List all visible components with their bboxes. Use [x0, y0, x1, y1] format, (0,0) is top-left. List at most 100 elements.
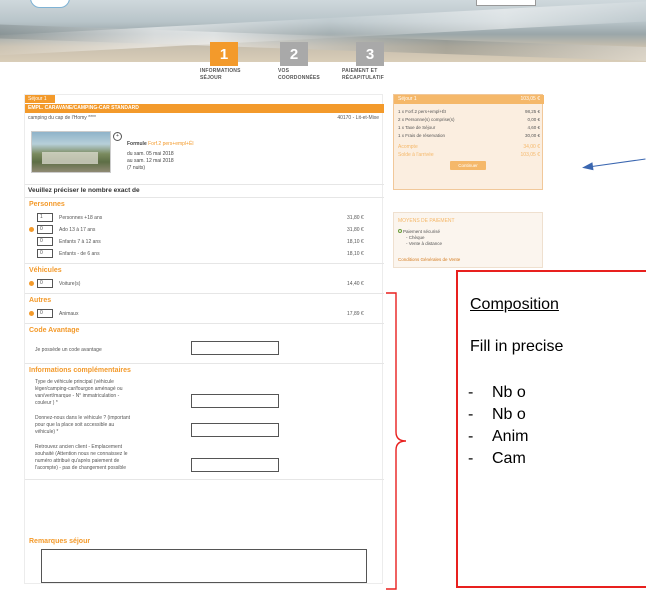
- row-price: 18,10 €: [347, 239, 364, 245]
- annotation-bracket: [386, 292, 407, 590]
- quantity-question: Veuillez préciser le nombre exact de: [28, 187, 140, 194]
- pitch-type-bar: EMPL. CARAVANE/CAMPING-CAR STANDARD: [25, 104, 384, 113]
- section-title-extra: Informations complémentaires: [29, 367, 131, 374]
- camp-info-line: camping du cap de l'Homy **** 40170 - Li…: [28, 115, 381, 121]
- summary-row-label: 2 x Personne(s) comprise(s): [398, 117, 455, 122]
- step-progress: 1 INFORMATIONS SÉJOUR 2 VOS COORDONNÉES …: [0, 42, 646, 92]
- section-title-persons: Personnes: [29, 201, 65, 208]
- vehicle-size-input[interactable]: [191, 423, 279, 437]
- note-item: - Cam: [468, 450, 526, 467]
- note-title: Composition: [470, 296, 559, 313]
- annotation-arrow-head: [581, 162, 594, 172]
- summary-row-label: 1 x Forf.2 pers+empl+ÉI: [398, 109, 447, 114]
- divider: [25, 293, 384, 294]
- site-logo[interactable]: [30, 0, 70, 8]
- note-item-text: Nb o: [492, 384, 526, 401]
- summary-row: 1 x Forf.2 pers+empl+ÉI 98,25 €: [398, 109, 540, 114]
- deposit-value: 34,00 €: [523, 144, 540, 150]
- row-label: Enfants - de 6 ans: [59, 251, 100, 257]
- offer-prefix: Formule: [127, 141, 147, 147]
- note-item: - Nb o: [468, 384, 526, 401]
- booking-summary: Séjour 1 103,05 € 1 x Forf.2 pers+empl+É…: [393, 94, 544, 190]
- step-2-label-line1: VOS: [278, 68, 290, 74]
- vehicle-row: 0 Voiture(s) 14,40 €: [25, 279, 384, 289]
- step-3-label-line2: RÉCAPITULATIF: [342, 75, 384, 81]
- preferred-pitch-input[interactable]: [191, 458, 279, 472]
- question-line: pour que la place soit accessible au: [35, 422, 115, 428]
- divider: [25, 184, 384, 185]
- vehicle-type-input[interactable]: [191, 394, 279, 408]
- required-dot-icon: [29, 311, 34, 316]
- summary-row-value: 0,00 €: [527, 117, 540, 122]
- person-row-adult: 1 Personnes +18 ans 31,80 €: [25, 213, 384, 223]
- header-widget[interactable]: [476, 0, 536, 6]
- note-item: - Anim: [468, 428, 529, 445]
- payment-option-label: Paiement sécurisé: [403, 229, 441, 234]
- preferred-pitch-label: Retrouvez ancien client - Emplacement so…: [35, 444, 128, 472]
- balance-label: Solde à l'arrivée: [398, 152, 434, 158]
- payment-title: Moyens de paiement: [398, 218, 455, 224]
- quantity-input[interactable]: 0: [37, 225, 53, 234]
- question-line: numéro attribué qu'après paiement de: [35, 458, 120, 464]
- question-line: Donnez-nous dans le véhicule ? (importan…: [35, 415, 131, 421]
- payment-methods: Moyens de paiement Paiement sécurisé - C…: [393, 212, 543, 268]
- quantity-input[interactable]: 1: [37, 213, 53, 222]
- row-label: Personnes +18 ans: [59, 215, 103, 221]
- row-price: 18,10 €: [347, 251, 364, 257]
- section-title-vehicles: Véhicules: [29, 267, 62, 274]
- quantity-input[interactable]: 0: [37, 249, 53, 258]
- row-label: Voiture(s): [59, 281, 81, 287]
- divider: [25, 197, 384, 198]
- question-line: Type de véhicule principal (véhicule: [35, 379, 114, 385]
- step-2-label-line2: COORDONNÉES: [278, 75, 320, 81]
- remarks-textarea[interactable]: [41, 549, 367, 583]
- divider: [25, 263, 384, 264]
- row-price: 17,89 €: [347, 311, 364, 317]
- stay-tab[interactable]: Séjour 1: [25, 95, 55, 103]
- date-to: au sam. 12 mai 2018: [127, 158, 174, 164]
- radio-icon[interactable]: [398, 229, 402, 233]
- terms-link[interactable]: Conditions Générales de Vente: [398, 257, 460, 262]
- note-item-text: Cam: [492, 450, 526, 467]
- question-line: souhaité (Attention nous ne connaissez l…: [35, 451, 128, 457]
- section-title-remarks: Remarques séjour: [29, 538, 91, 545]
- offer-details: Formule Forf.2 pers+empl+ÉI du sam. 05 m…: [127, 141, 194, 172]
- summary-row-value: 98,25 €: [524, 109, 540, 114]
- date-from: du sam. 05 mai 2018: [127, 151, 174, 157]
- quantity-input[interactable]: 0: [37, 309, 53, 318]
- step-1-label-line1: INFORMATIONS: [200, 68, 241, 74]
- person-row-child: 0 Enfants 7 à 12 ans 18,10 €: [25, 237, 384, 247]
- note-item: - Nb o: [468, 406, 526, 423]
- annotation-note: Composition Fill in precise - Nb o - Nb o …: [456, 270, 646, 588]
- vehicle-type-label: Type de véhicule principal (véhicule lég…: [35, 379, 123, 407]
- camp-photo[interactable]: [31, 131, 111, 173]
- person-row-infant: 0 Enfants - de 6 ans 18,10 €: [25, 249, 384, 259]
- section-title-others: Autres: [29, 297, 52, 304]
- summary-row: 2 x Personne(s) comprise(s) 0,00 €: [398, 117, 540, 122]
- note-item-text: Anim: [492, 428, 529, 445]
- camp-location: 40170 - Lit-et-Mixe: [337, 115, 379, 121]
- summary-header: Séjour 1 103,05 €: [394, 95, 544, 104]
- question-line: véhicule) *: [35, 429, 59, 435]
- deposit-label: Acompte: [398, 144, 418, 150]
- continue-button[interactable]: Continuer: [450, 161, 486, 170]
- required-dot-icon: [29, 227, 34, 232]
- summary-stay-label: Séjour 1: [398, 96, 417, 102]
- note-item-text: Nb o: [492, 406, 526, 423]
- note-body: Fill in precise: [470, 338, 564, 355]
- question-line: van/vert/marque - N° immatriculation -: [35, 393, 120, 399]
- zoom-icon[interactable]: +: [113, 132, 122, 141]
- step-2-number[interactable]: 2: [280, 42, 308, 66]
- quantity-input[interactable]: 0: [37, 237, 53, 246]
- balance-value: 103,05 €: [520, 152, 540, 158]
- promo-code-input[interactable]: [191, 341, 279, 355]
- question-line: Retrouvez ancien client - Emplacement: [35, 444, 122, 450]
- step-1-number[interactable]: 1: [210, 42, 238, 66]
- step-3-number[interactable]: 3: [356, 42, 384, 66]
- vehicle-size-label: Donnez-nous dans le véhicule ? (importan…: [35, 415, 130, 436]
- row-price: 31,80 €: [347, 215, 364, 221]
- payment-sub-option: - Vente à distance: [406, 241, 443, 246]
- row-label: Animaux: [59, 311, 79, 317]
- payment-option[interactable]: Paiement sécurisé - Chèque - Vente à dis…: [398, 229, 442, 247]
- quantity-input[interactable]: 0: [37, 279, 53, 288]
